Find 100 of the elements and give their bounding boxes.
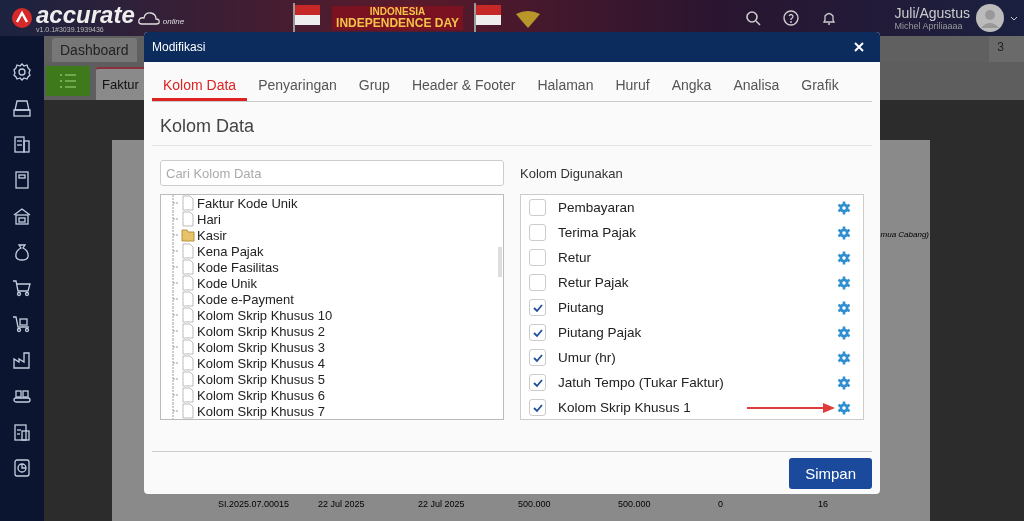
tree-connector-icon [169,211,179,227]
tab[interactable]: Grafik [790,70,850,101]
checkbox[interactable] [529,399,546,416]
checkbox[interactable] [529,324,546,341]
tree-item[interactable]: Kolom Skrip Khusus 6 [197,387,325,403]
tree-item[interactable]: Kolom Skrip Khusus 10 [197,307,333,323]
tree-item[interactable]: Kolom Skrip Khusus 4 [197,355,325,371]
document-icon [181,355,195,371]
cart-box-icon[interactable] [12,314,32,334]
table-cell-text: SI.2025.07.00015 [218,499,291,509]
search-field[interactable]: Cari Kolom Data [160,160,504,186]
search-icon[interactable] [744,10,761,26]
book-icon[interactable] [12,170,32,190]
document-icon [181,275,195,291]
column-label: Kolom Skrip Khusus 1 [558,400,691,415]
tree-item[interactable]: Kode e-Payment [197,291,294,307]
tree-connector-icon [169,227,179,243]
close-icon[interactable] [854,42,864,52]
warehouse-icon[interactable] [12,206,32,226]
checkbox[interactable] [529,374,546,391]
chart-document-icon[interactable] [12,458,32,478]
tray-icon[interactable] [12,98,32,118]
tree-item[interactable]: Kolom Skrip Khusus 2 [197,323,325,339]
checkbox[interactable] [529,349,546,366]
table-cell-text: 500.000 [618,499,652,509]
tree-connector-icon [169,195,179,211]
bell-icon[interactable] [820,10,837,26]
tree-connector-icon [169,259,179,275]
check-icon [532,302,543,313]
settings-icon[interactable] [12,62,32,82]
column-label: Retur Pajak [558,275,629,290]
tree-item[interactable]: Hari [197,211,221,227]
tree-item[interactable]: Kolom Skrip Khusus 7 [197,403,325,419]
tab[interactable]: Grup [347,70,401,101]
tab[interactable]: Penyaringan [247,70,348,101]
column-label: Pembayaran [558,200,635,215]
tree-item[interactable]: Kode Unik [197,275,257,291]
tab[interactable]: Header & Footer [400,70,527,101]
tax-document-icon[interactable] [12,422,32,442]
check-icon [532,402,543,413]
document-icon [181,307,195,323]
tree-connector-icon [169,403,179,419]
document-icon [181,211,195,227]
logo-wordmark: accurate [36,3,135,26]
tree-item[interactable]: Kolom Skrip Khusus 5 [197,371,325,387]
column-label: Terima Pajak [558,225,637,240]
tree-connector-icon [169,291,179,307]
cart-icon[interactable] [12,278,32,298]
list-label: Kolom Digunakan [520,166,624,181]
money-bag-icon[interactable] [12,242,32,262]
table-cell-text: 16 [818,499,829,509]
document-icon [181,243,195,259]
tree-connector-icon [169,355,179,371]
checkbox[interactable] [529,249,546,266]
column-label: Jatuh Tempo (Tukar Faktur) [558,375,724,390]
scrollbar-thumb[interactable] [498,247,502,277]
section-heading: Kolom Data [152,102,872,146]
logo-subtitle: online [162,16,185,26]
flag-icon [292,3,323,33]
checkbox[interactable] [529,199,546,216]
check-icon [532,327,543,338]
tree-item[interactable]: Kasir [197,227,227,243]
chevron-down-icon[interactable] [1010,15,1018,21]
table-cell-text: 500.000 [518,499,552,509]
app-tab[interactable]: Dashboard [52,38,137,62]
tab[interactable]: Halaman [526,70,605,101]
help-icon[interactable] [782,10,799,26]
tree-item[interactable]: Faktur Kode Unik [197,195,298,211]
banner-title: INDEPENDENCE DAY [336,17,459,30]
document-icon [181,291,195,307]
avatar-icon[interactable] [976,4,1004,32]
document-icon [181,387,195,403]
column-label: Piutang [558,300,604,315]
save-button[interactable]: Simpan [789,457,872,489]
checkbox[interactable] [529,274,546,291]
user-name: Michel Apriliaaaa [894,21,964,31]
report-note: mua Cabang) [880,230,929,239]
tab[interactable]: Kolom Data [152,70,248,101]
factory-icon[interactable] [12,350,32,370]
tree-item[interactable]: Kode Fasilitas [197,259,279,275]
tree-connector-icon [169,387,179,403]
app-tab[interactable]: Faktur [96,67,147,100]
building-icon[interactable] [12,134,32,154]
column-label: Piutang Pajak [558,325,642,340]
period-label[interactable]: Juli/Agustus [894,5,970,21]
logo-icon[interactable] [12,8,32,28]
document-icon [181,339,195,355]
document-icon [181,259,195,275]
checkbox[interactable] [529,299,546,316]
tab[interactable]: Angka [660,70,723,101]
tab[interactable]: Huruf [604,70,661,101]
tab[interactable]: Analisa [722,70,791,101]
document-icon [181,371,195,387]
tree-item[interactable]: Kena Pajak [197,243,264,259]
document-icon [181,323,195,339]
checkbox[interactable] [529,224,546,241]
column-label: Umur (hr) [558,350,616,365]
tree-item[interactable]: Kolom Skrip Khusus 3 [197,339,325,355]
check-icon [532,377,543,388]
column-label: Retur [558,250,591,265]
